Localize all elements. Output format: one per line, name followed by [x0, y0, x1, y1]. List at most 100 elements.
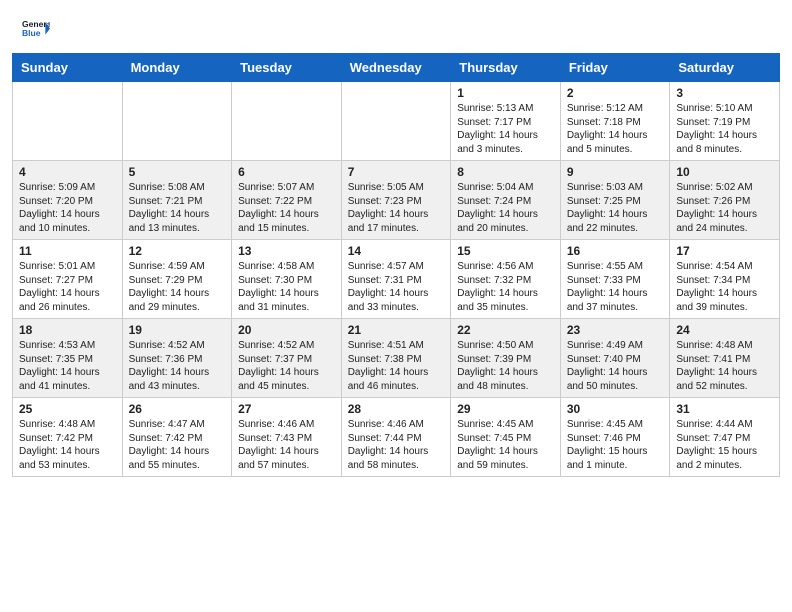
- cell-text-line: and 24 minutes.: [676, 222, 773, 236]
- cell-text-line: Daylight: 14 hours: [567, 129, 664, 143]
- day-number: 20: [238, 323, 335, 337]
- cell-text-line: Sunset: 7:19 PM: [676, 116, 773, 130]
- cell-text-line: Daylight: 14 hours: [238, 287, 335, 301]
- cell-text-line: Daylight: 14 hours: [457, 129, 554, 143]
- cell-text-line: Sunset: 7:23 PM: [348, 195, 445, 209]
- calendar-cell: 30Sunrise: 4:45 AMSunset: 7:46 PMDayligh…: [560, 398, 670, 477]
- cell-text-line: Sunrise: 4:55 AM: [567, 260, 664, 274]
- cell-text-line: Daylight: 14 hours: [19, 445, 116, 459]
- cell-text-line: Daylight: 15 hours: [676, 445, 773, 459]
- cell-text-line: Daylight: 14 hours: [19, 366, 116, 380]
- cell-text-line: and 52 minutes.: [676, 380, 773, 394]
- cell-text-line: Daylight: 14 hours: [129, 208, 226, 222]
- cell-text-line: Daylight: 14 hours: [457, 445, 554, 459]
- cell-text-line: Sunset: 7:39 PM: [457, 353, 554, 367]
- calendar-cell: 19Sunrise: 4:52 AMSunset: 7:36 PMDayligh…: [122, 319, 232, 398]
- cell-text-line: Sunset: 7:29 PM: [129, 274, 226, 288]
- svg-text:Blue: Blue: [22, 28, 41, 38]
- calendar-cell: 10Sunrise: 5:02 AMSunset: 7:26 PMDayligh…: [670, 161, 780, 240]
- cell-text-line: and 55 minutes.: [129, 459, 226, 473]
- weekday-header-sunday: Sunday: [13, 54, 123, 82]
- page-header: General Blue: [0, 0, 792, 53]
- weekday-header-wednesday: Wednesday: [341, 54, 451, 82]
- cell-text-line: Sunrise: 4:44 AM: [676, 418, 773, 432]
- week-row-2: 4Sunrise: 5:09 AMSunset: 7:20 PMDaylight…: [13, 161, 780, 240]
- calendar-cell: 31Sunrise: 4:44 AMSunset: 7:47 PMDayligh…: [670, 398, 780, 477]
- cell-text-line: Sunrise: 5:05 AM: [348, 181, 445, 195]
- day-number: 8: [457, 165, 554, 179]
- cell-text-line: Daylight: 14 hours: [129, 287, 226, 301]
- calendar-cell: 28Sunrise: 4:46 AMSunset: 7:44 PMDayligh…: [341, 398, 451, 477]
- calendar-cell: [13, 82, 123, 161]
- weekday-header-friday: Friday: [560, 54, 670, 82]
- cell-text-line: Daylight: 14 hours: [676, 208, 773, 222]
- cell-text-line: Sunrise: 4:47 AM: [129, 418, 226, 432]
- cell-text-line: and 57 minutes.: [238, 459, 335, 473]
- cell-text-line: and 8 minutes.: [676, 143, 773, 157]
- calendar-cell: [122, 82, 232, 161]
- general-blue-icon: General Blue: [22, 16, 50, 44]
- day-number: 28: [348, 402, 445, 416]
- cell-text-line: Sunrise: 4:45 AM: [567, 418, 664, 432]
- cell-text-line: Sunrise: 4:49 AM: [567, 339, 664, 353]
- weekday-header-monday: Monday: [122, 54, 232, 82]
- calendar-cell: 1Sunrise: 5:13 AMSunset: 7:17 PMDaylight…: [451, 82, 561, 161]
- weekday-header-saturday: Saturday: [670, 54, 780, 82]
- cell-text-line: Sunset: 7:43 PM: [238, 432, 335, 446]
- day-number: 5: [129, 165, 226, 179]
- week-row-4: 18Sunrise: 4:53 AMSunset: 7:35 PMDayligh…: [13, 319, 780, 398]
- cell-text-line: and 10 minutes.: [19, 222, 116, 236]
- cell-text-line: and 50 minutes.: [567, 380, 664, 394]
- cell-text-line: Sunset: 7:41 PM: [676, 353, 773, 367]
- cell-text-line: Sunset: 7:17 PM: [457, 116, 554, 130]
- calendar-cell: 3Sunrise: 5:10 AMSunset: 7:19 PMDaylight…: [670, 82, 780, 161]
- calendar-wrapper: SundayMondayTuesdayWednesdayThursdayFrid…: [0, 53, 792, 489]
- cell-text-line: and 39 minutes.: [676, 301, 773, 315]
- cell-text-line: Sunrise: 4:46 AM: [238, 418, 335, 432]
- cell-text-line: and 33 minutes.: [348, 301, 445, 315]
- cell-text-line: Sunrise: 4:58 AM: [238, 260, 335, 274]
- calendar-cell: 23Sunrise: 4:49 AMSunset: 7:40 PMDayligh…: [560, 319, 670, 398]
- cell-text-line: Sunrise: 5:08 AM: [129, 181, 226, 195]
- cell-text-line: Sunset: 7:26 PM: [676, 195, 773, 209]
- cell-text-line: Daylight: 14 hours: [19, 208, 116, 222]
- day-number: 16: [567, 244, 664, 258]
- calendar-cell: 13Sunrise: 4:58 AMSunset: 7:30 PMDayligh…: [232, 240, 342, 319]
- calendar-cell: 5Sunrise: 5:08 AMSunset: 7:21 PMDaylight…: [122, 161, 232, 240]
- cell-text-line: Sunset: 7:31 PM: [348, 274, 445, 288]
- day-number: 4: [19, 165, 116, 179]
- calendar-cell: 26Sunrise: 4:47 AMSunset: 7:42 PMDayligh…: [122, 398, 232, 477]
- calendar-cell: 16Sunrise: 4:55 AMSunset: 7:33 PMDayligh…: [560, 240, 670, 319]
- day-number: 13: [238, 244, 335, 258]
- calendar-cell: 4 Sunrise: 5:09 AMSunset: 7:20 PMDaylight…: [13, 161, 123, 240]
- day-number: 9: [567, 165, 664, 179]
- cell-text-line: Sunset: 7:20 PM: [19, 195, 116, 209]
- cell-text-line: and 17 minutes.: [348, 222, 445, 236]
- cell-text-line: and 43 minutes.: [129, 380, 226, 394]
- weekday-header-thursday: Thursday: [451, 54, 561, 82]
- cell-text-line: Daylight: 14 hours: [676, 129, 773, 143]
- cell-text-line: Sunset: 7:42 PM: [129, 432, 226, 446]
- cell-text-line: Daylight: 15 hours: [567, 445, 664, 459]
- cell-text-line: Sunrise: 4:59 AM: [129, 260, 226, 274]
- day-number: 29: [457, 402, 554, 416]
- cell-text-line: Daylight: 14 hours: [348, 208, 445, 222]
- cell-text-line: Daylight: 14 hours: [348, 287, 445, 301]
- week-row-1: 1Sunrise: 5:13 AMSunset: 7:17 PMDaylight…: [13, 82, 780, 161]
- calendar-cell: 7Sunrise: 5:05 AMSunset: 7:23 PMDaylight…: [341, 161, 451, 240]
- cell-text-line: Sunrise: 4:51 AM: [348, 339, 445, 353]
- cell-text-line: Sunrise: 4:48 AM: [19, 418, 116, 432]
- calendar-header: SundayMondayTuesdayWednesdayThursdayFrid…: [13, 54, 780, 82]
- cell-text-line: Daylight: 14 hours: [238, 208, 335, 222]
- calendar-table: SundayMondayTuesdayWednesdayThursdayFrid…: [12, 53, 780, 477]
- calendar-cell: 27Sunrise: 4:46 AMSunset: 7:43 PMDayligh…: [232, 398, 342, 477]
- day-number: 11: [19, 244, 116, 258]
- cell-text-line: Sunrise: 5:09 AM: [19, 181, 116, 195]
- calendar-cell: 11Sunrise: 5:01 AMSunset: 7:27 PMDayligh…: [13, 240, 123, 319]
- calendar-cell: 14Sunrise: 4:57 AMSunset: 7:31 PMDayligh…: [341, 240, 451, 319]
- cell-text-line: Sunset: 7:24 PM: [457, 195, 554, 209]
- cell-text-line: Daylight: 14 hours: [348, 445, 445, 459]
- cell-text-line: Sunset: 7:37 PM: [238, 353, 335, 367]
- cell-text-line: Sunset: 7:42 PM: [19, 432, 116, 446]
- cell-text-line: and 2 minutes.: [676, 459, 773, 473]
